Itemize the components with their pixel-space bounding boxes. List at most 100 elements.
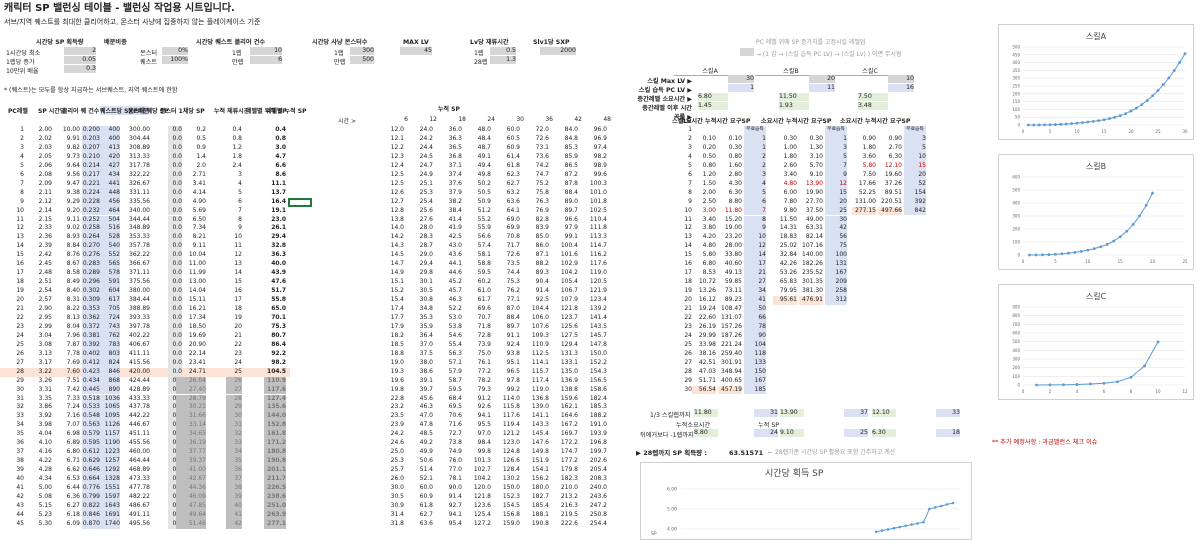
- table-cell: 0.518: [82, 394, 100, 404]
- weight-value[interactable]: 0%: [162, 47, 188, 55]
- skill-param-value[interactable]: 16: [888, 84, 914, 92]
- skill-b-plot: 스킬B 0 100 200 300 400 500 600 0 5 10 15 20 25: [1012, 162, 1188, 264]
- cum-cell: 95.1: [506, 358, 520, 366]
- cum-cell: 71.8: [477, 322, 491, 330]
- cum-cell: 62.3: [506, 170, 520, 178]
- skill-param-value[interactable]: 20: [809, 75, 835, 83]
- table-cell: 2.15: [38, 215, 52, 223]
- cum-cell: 147.8: [589, 340, 607, 348]
- skill-cell: 3.80: [702, 224, 716, 232]
- table-cell: 5.08: [38, 492, 52, 500]
- table-cell: 0.563: [82, 421, 100, 431]
- table-cell: 6: [20, 170, 24, 178]
- cum-cell: 116.2: [589, 251, 607, 259]
- skill-param-value[interactable]: 1.45: [698, 102, 728, 110]
- selected-cell[interactable]: [288, 197, 312, 207]
- table-row: 16 2.45 8.67 0.283 565 366.67 0.0 11.00 13 40.0: [0, 260, 290, 270]
- sp-param-value[interactable]: 2: [64, 47, 96, 55]
- skill-cell: 19.24: [698, 305, 716, 312]
- left-table: 1 2.00 10.00 0.200 400 300.00 0.0 0.2 0.4 0.4 2 2.0…: [0, 126, 312, 538]
- skill-param-value[interactable]: 7.50: [858, 93, 888, 101]
- table-cell: 19.69: [188, 331, 206, 339]
- cum-cell: 145.7: [589, 331, 607, 339]
- table-cell: 43.9: [271, 269, 286, 277]
- cum-cell: 19.8: [390, 385, 404, 393]
- skill-param-value[interactable]: 3.48: [858, 102, 888, 110]
- cum-cell: 49.8: [477, 170, 491, 178]
- weight-value[interactable]: 100%: [162, 56, 188, 64]
- skill-cell: 4.30: [728, 179, 742, 187]
- cum-cell: 69.9: [506, 224, 520, 232]
- skill-row: 3 0.20 0.30 1 1.00 1.30 3 1.80 2.70 5: [636, 143, 966, 153]
- table-cell: 51.7: [271, 287, 286, 295]
- data-point: [1062, 383, 1065, 387]
- cum-cell: 55.4: [448, 340, 462, 348]
- cum-cell: 123.0: [502, 439, 520, 447]
- skill-param-value[interactable]: 1: [728, 84, 754, 92]
- table-cell: 7.16: [66, 412, 80, 420]
- skill-param-value[interactable]: 6.80: [698, 93, 728, 101]
- y-tick-label: 600: [1012, 175, 1020, 180]
- cum-cell: 91.2: [477, 394, 491, 402]
- skill-a-chart[interactable]: 스킬A 0 50 100 150 200 250 300 350 400 450 500 0 5 10 15 2…: [998, 24, 1194, 140]
- skill-b-chart[interactable]: 스킬B 0 100 200 300 400 500 600 0 5 10 15 20 25: [998, 154, 1194, 270]
- cum-cell: 72.0: [535, 126, 549, 133]
- cum-cell: 17.7: [390, 313, 404, 321]
- table-cell: 2.36: [38, 233, 52, 241]
- skill-param-value[interactable]: 11.50: [779, 93, 809, 101]
- cum-col-header: 36: [545, 116, 553, 123]
- skill-lv-cell: 16: [684, 260, 692, 268]
- skill-row: 13 4.20 23.20 10 18.83 82.14 56: [636, 233, 966, 243]
- cum-row: 26.0 52.1 78.1 104.2 130.2 156.2 182.3 208.3: [378, 475, 610, 484]
- skill-c-chart[interactable]: 스킬C 0 100 200 300 400 500 600 700 800 900 0 2 4 6 8 10 12: [998, 284, 1194, 400]
- cum-cell: 57.9: [448, 367, 462, 375]
- cum-cell: 182.4: [589, 394, 607, 402]
- table-cell: 400: [100, 134, 120, 144]
- skill-cell: 49.13: [724, 269, 742, 277]
- sp-param-value[interactable]: 0.3: [64, 65, 96, 73]
- lvcurve-value[interactable]: 0.5: [490, 47, 516, 55]
- skill-cell: 15: [825, 188, 847, 198]
- skill-row: 11 3.40 15.20 8 11.50 49.00 30: [636, 215, 966, 225]
- maxlv-value[interactable]: 45: [400, 47, 432, 55]
- hint-input[interactable]: [740, 48, 754, 56]
- hunt-value[interactable]: 500: [350, 56, 374, 64]
- data-point: [1162, 83, 1165, 86]
- skill-param-value[interactable]: 11: [809, 84, 835, 92]
- table-cell: 127.4: [264, 394, 286, 404]
- slv-value[interactable]: 2000: [540, 47, 576, 55]
- table-row: 21 2.90 8.22 0.353 705 388.89 0.0 16.21 18 65.0: [0, 305, 290, 314]
- quest-value[interactable]: 10: [250, 47, 282, 55]
- skill-param-value[interactable]: 1.93: [779, 102, 809, 110]
- lvcurve-value[interactable]: 1.3: [490, 56, 516, 64]
- skill-param-value[interactable]: 10: [888, 75, 914, 83]
- y-tick-label: 500: [1012, 45, 1020, 50]
- skill-cell: 90: [744, 331, 766, 341]
- data-point: [910, 523, 913, 526]
- hunt-value[interactable]: 300: [350, 47, 374, 55]
- table-cell: 26.04: [176, 376, 206, 386]
- skill-param-value[interactable]: 30: [728, 75, 754, 83]
- skill-cell: 29.99: [698, 331, 716, 339]
- table-cell: 0.646: [82, 466, 100, 475]
- table-cell: 8.04: [66, 322, 80, 330]
- cum-cell: 62.7: [419, 510, 433, 518]
- table-cell: 2.99: [38, 322, 52, 330]
- skill-cell: 235.52: [802, 269, 823, 277]
- table-cell: 428.89: [129, 385, 150, 393]
- table-cell: 2.05: [38, 152, 52, 160]
- table-cell: 477.78: [129, 484, 150, 491]
- quest-value[interactable]: 6: [250, 56, 282, 64]
- table-cell: 724: [100, 313, 120, 323]
- cum-cell: 139.0: [531, 403, 549, 411]
- cum-cell: 196.8: [589, 439, 607, 447]
- hourly-sp-chart[interactable]: 시간당 획득 SP SP 6.00 5.00 4.00: [640, 462, 972, 540]
- skill-row: 17 8.53 49.13 21 53.26 235.52 167: [636, 269, 966, 279]
- data-point: [1092, 247, 1096, 251]
- table-cell: 468.89: [129, 466, 150, 474]
- data-point: [1118, 114, 1122, 118]
- sp-param-value[interactable]: 0.05: [64, 56, 96, 64]
- cum-cell: 92.7: [448, 501, 462, 509]
- data-point: [1032, 123, 1036, 127]
- skill-cell: 19.00: [724, 224, 742, 232]
